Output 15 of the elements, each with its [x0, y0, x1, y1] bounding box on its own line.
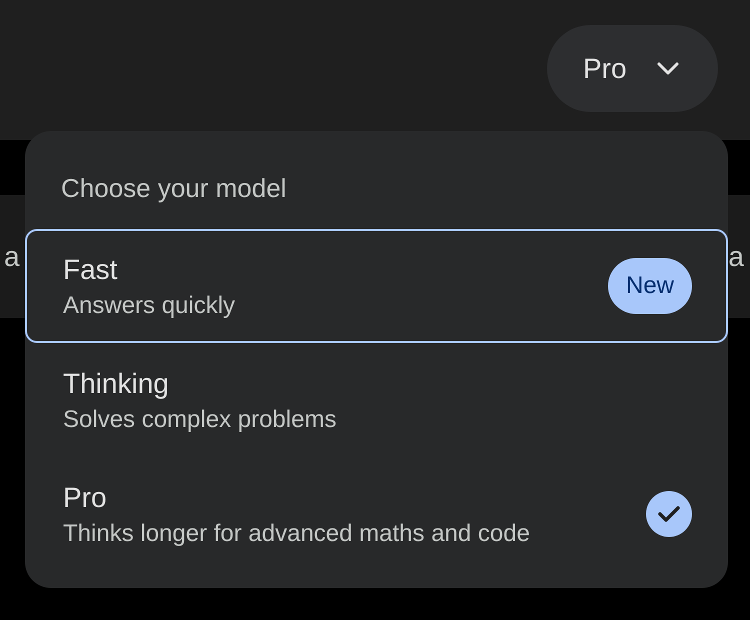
option-title: Fast	[63, 252, 118, 286]
menu-title: Choose your model	[61, 172, 286, 205]
model-option[interactable]: Thinking Solves complex problems	[25, 343, 728, 457]
option-title: Pro	[63, 480, 108, 514]
model-option[interactable]: Fast Answers quickly New	[25, 229, 728, 343]
chevron-down-icon	[656, 62, 679, 76]
new-badge: New	[608, 258, 692, 314]
option-description: Thinks longer for advanced maths and code	[63, 518, 530, 548]
option-description: Answers quickly	[63, 290, 236, 320]
option-description: Solves complex problems	[63, 404, 336, 434]
background-text: a	[4, 240, 20, 274]
model-dropdown-button[interactable]: Pro	[547, 25, 718, 112]
model-option[interactable]: Pro Thinks longer for advanced maths and code	[25, 457, 728, 571]
option-title: Thinking	[63, 366, 170, 400]
background-text: a	[728, 240, 744, 274]
